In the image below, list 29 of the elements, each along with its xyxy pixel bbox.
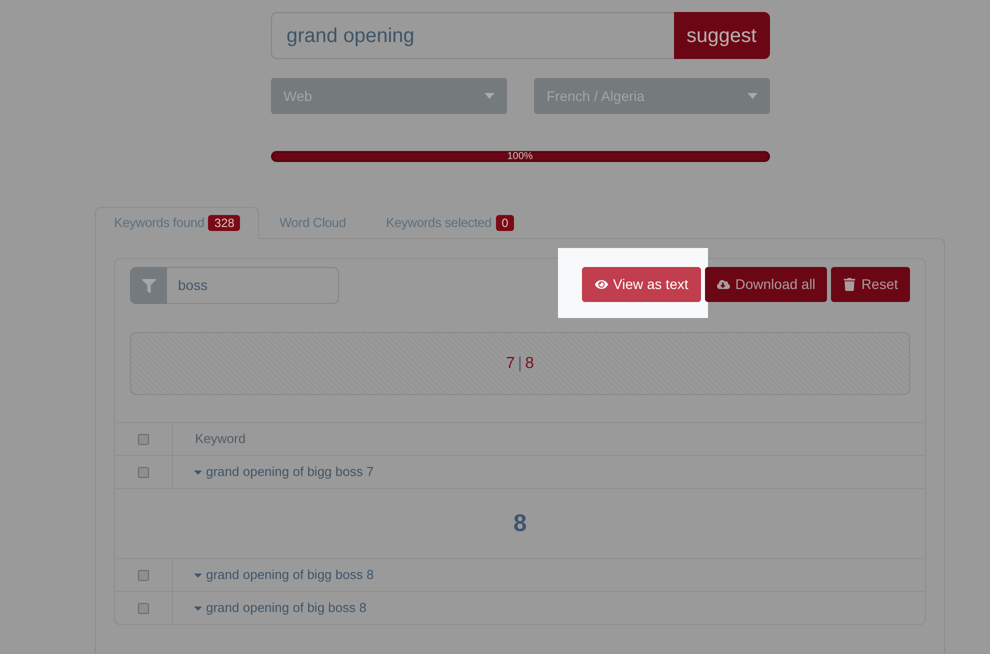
checkbox[interactable]: [138, 434, 149, 444]
caret-down-icon: [484, 93, 494, 99]
checkbox[interactable]: [138, 602, 149, 614]
cloud-download-icon: [717, 278, 730, 291]
filter-field[interactable]: boss: [167, 267, 339, 304]
checkbox[interactable]: [138, 466, 149, 478]
pager-separator: |: [518, 354, 522, 374]
keyword-text: grand opening of bigg boss 7: [206, 463, 374, 482]
filter-icon: [130, 267, 167, 304]
trash-icon: [843, 278, 856, 291]
tab[interactable]: Keywords found 328: [95, 207, 260, 239]
page-link[interactable]: 8: [525, 352, 534, 376]
count-badge: 0: [496, 214, 514, 230]
action-button[interactable]: Download all: [705, 267, 828, 302]
checkbox[interactable]: [138, 570, 149, 580]
keyword-text: grand opening of bigg boss 8: [206, 566, 374, 584]
caret-down-icon: [746, 93, 758, 99]
page-link[interactable]: 7: [506, 352, 515, 376]
search-field[interactable]: grand opening: [270, 12, 674, 59]
column-header: Keyword: [195, 430, 246, 448]
tab[interactable]: Keywords selected 0: [366, 207, 534, 238]
suggest-button[interactable]: suggest: [674, 12, 770, 59]
eye-icon: [595, 278, 608, 291]
action-button[interactable]: Reset: [831, 267, 910, 302]
action-button[interactable]: View as text: [582, 267, 702, 302]
count-badge: 328: [208, 215, 240, 231]
progress-label: 100%: [507, 152, 533, 162]
keyword-text: grand opening of big boss 8: [206, 599, 366, 618]
group-heading: 8: [513, 508, 527, 538]
